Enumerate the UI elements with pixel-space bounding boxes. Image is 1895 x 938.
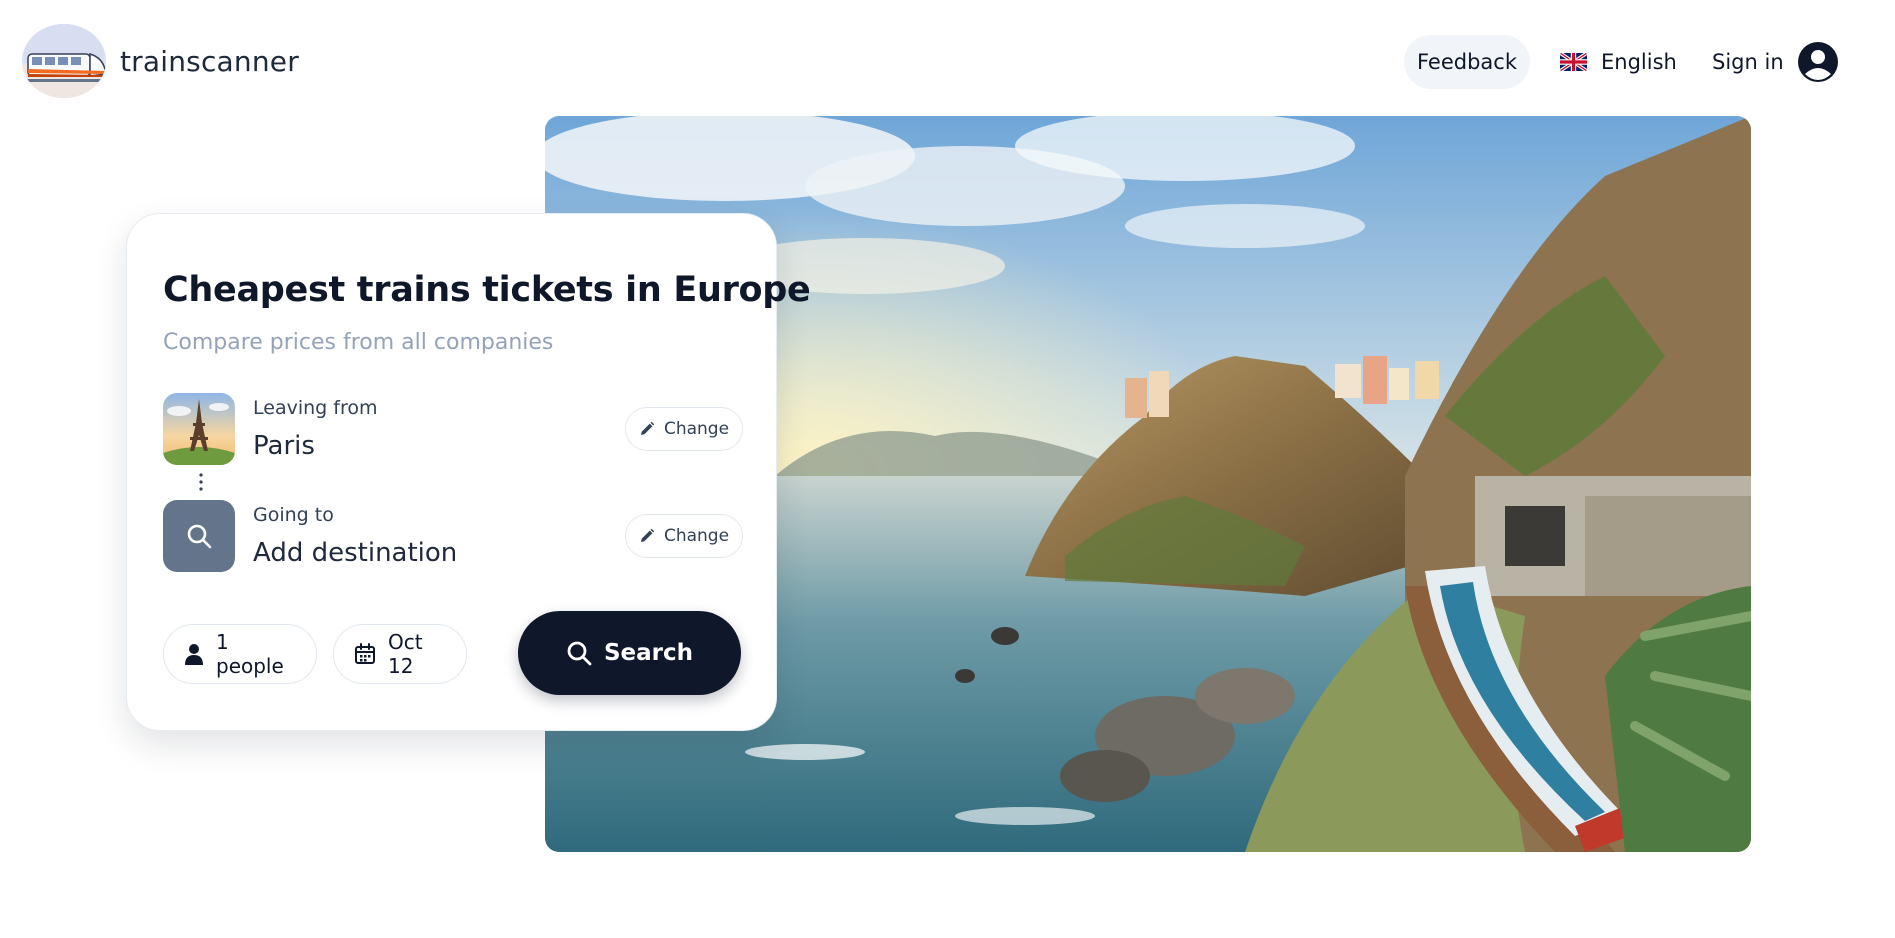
card-title: Cheapest trains tickets in Europe (163, 270, 811, 310)
train-logo-icon (22, 24, 106, 98)
person-icon (185, 644, 203, 665)
change-destination-label: Change (663, 526, 730, 546)
calendar-icon (355, 643, 375, 664)
account-circle-icon[interactable] (1798, 42, 1838, 82)
passengers-label: 1 people (216, 630, 284, 678)
language-selector[interactable]: English (1560, 35, 1677, 89)
change-origin-button[interactable]: Change (625, 407, 743, 451)
date-selector[interactable]: Oct 12 (333, 624, 467, 684)
sign-in-link[interactable]: Sign in (1712, 35, 1784, 89)
destination-label: Going to (253, 504, 334, 526)
card-subtitle: Compare prices from all companies (163, 330, 554, 355)
search-icon (187, 524, 212, 549)
logo[interactable]: trainscanner (22, 24, 299, 98)
origin-label: Leaving from (253, 397, 378, 419)
change-origin-label: Change (663, 419, 730, 439)
header: trainscanner Feedback English Sign in (0, 0, 1895, 112)
search-icon (567, 641, 592, 666)
destination-value[interactable]: Add destination (253, 538, 457, 568)
route-connector-dots-icon (199, 473, 203, 491)
brand-name: trainscanner (120, 44, 299, 78)
page: trainscanner Feedback English Sign in Ch… (0, 0, 1895, 938)
origin-row[interactable]: Leaving from Paris Change (163, 393, 743, 465)
search-button-label: Search (603, 640, 694, 666)
destination-search-icon[interactable] (163, 500, 235, 572)
date-label: Oct 12 (388, 630, 423, 678)
feedback-button[interactable]: Feedback (1404, 35, 1530, 89)
pencil-icon (640, 528, 655, 542)
pencil-icon (640, 421, 655, 435)
search-button[interactable]: Search (518, 611, 741, 695)
change-destination-button[interactable]: Change (625, 514, 743, 558)
passengers-selector[interactable]: 1 people (163, 624, 317, 684)
origin-value: Paris (253, 431, 315, 461)
uk-flag-icon (1560, 53, 1587, 71)
destination-row[interactable]: Going to Add destination Change (163, 500, 743, 572)
search-card: Cheapest trains tickets in Europe Compar… (126, 213, 811, 731)
eiffel-tower-icon (163, 393, 235, 465)
language-label: English (1601, 50, 1677, 74)
